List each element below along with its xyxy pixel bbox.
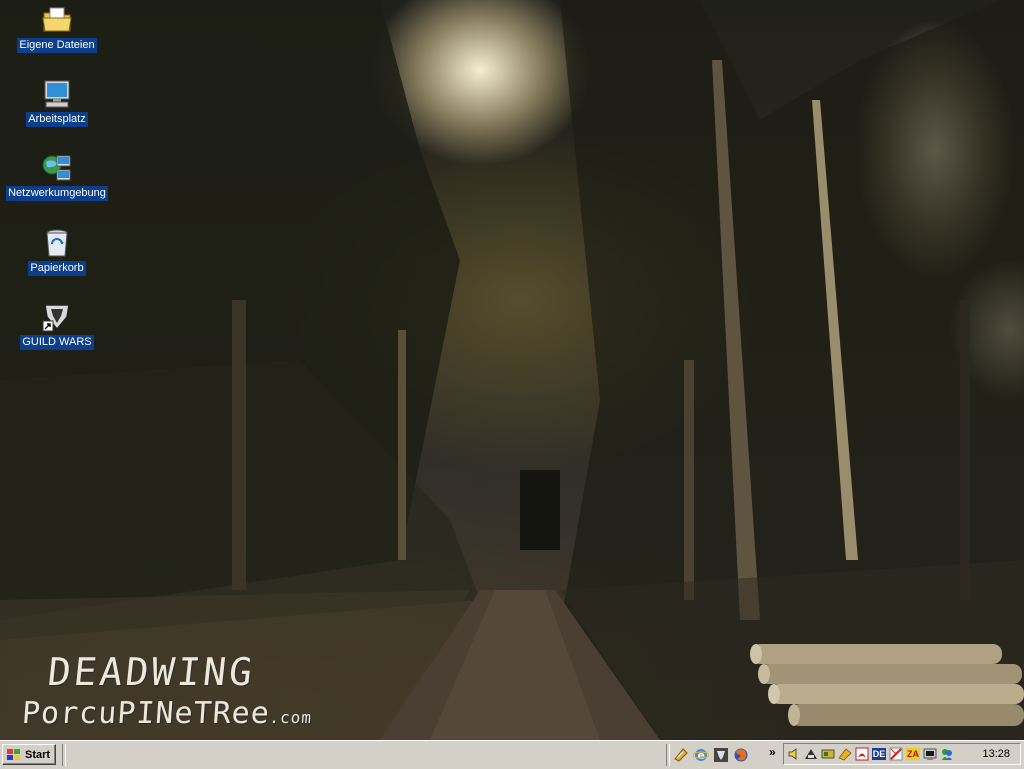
internet-explorer-icon[interactable]: e — [692, 746, 710, 764]
desktop-icon-recycle-bin[interactable]: Papierkorb — [1, 227, 113, 276]
quick-launch-bar: e — [672, 745, 750, 765]
clock[interactable]: 13:28 — [982, 748, 1010, 760]
security-icon[interactable] — [888, 746, 904, 762]
media-icon[interactable] — [712, 746, 730, 764]
wallpaper-subtitle-domain: .com — [268, 708, 313, 727]
tray-app-icon-2[interactable] — [837, 746, 853, 762]
desktop-icon-label: GUILD WARS — [20, 335, 94, 350]
firefox-icon[interactable] — [732, 746, 750, 764]
language-indicator-text: DE — [871, 748, 887, 760]
recycle-bin-icon — [41, 227, 73, 259]
system-tray: DE ZA 13:28 — [783, 743, 1021, 765]
windows-logo-icon — [7, 748, 20, 760]
desktop[interactable]: DEADWING PorcuPINeTRee.com Eigene Dateie… — [0, 0, 1024, 740]
desktop-icon-my-documents[interactable]: Eigene Dateien — [1, 4, 113, 53]
network-places-icon — [41, 152, 73, 184]
log-pile — [750, 644, 1024, 726]
my-documents-folder-icon — [41, 4, 73, 36]
wallpaper-forest — [0, 0, 1024, 740]
launcher-icon[interactable] — [672, 746, 690, 764]
desktop-icon-label: Papierkorb — [28, 261, 86, 276]
desktop-icon-network-places[interactable]: Netzwerkumgebung — [1, 152, 113, 201]
wallpaper-title: DEADWING — [45, 650, 258, 694]
my-computer-icon — [41, 78, 73, 110]
desktop-icon-guild-wars[interactable]: GUILD WARS — [1, 301, 113, 350]
acrobat-icon[interactable] — [854, 746, 870, 762]
tray-app-icon-3[interactable] — [922, 746, 938, 762]
wallpaper-subtitle-name: PorcuPINeTRee — [20, 696, 272, 731]
quick-launch-chevron[interactable]: » — [769, 745, 776, 759]
taskbar: Start e » DE ZA 13:28 — [0, 740, 1024, 769]
language-indicator[interactable]: DE — [871, 746, 887, 762]
guild-wars-shortcut-icon — [41, 301, 73, 333]
desktop-icon-label: Netzwerkumgebung — [6, 186, 108, 201]
zonealarm-icon[interactable]: ZA — [905, 746, 921, 762]
wallpaper-subtitle: PorcuPINeTRee.com — [21, 696, 314, 731]
messenger-icon[interactable] — [939, 746, 955, 762]
start-button[interactable]: Start — [2, 744, 56, 765]
taskbar-separator — [666, 744, 670, 766]
desktop-icon-label: Arbeitsplatz — [26, 112, 88, 127]
tray-app-icon[interactable] — [820, 746, 836, 762]
zonealarm-icon-text: ZA — [906, 748, 920, 760]
svg-text:e: e — [698, 749, 705, 762]
desktop-icon-my-computer[interactable]: Arbeitsplatz — [1, 78, 113, 127]
taskbar-separator — [62, 744, 66, 766]
volume-icon[interactable] — [786, 746, 802, 762]
start-label: Start — [25, 748, 51, 761]
network-icon[interactable] — [803, 746, 819, 762]
desktop-icon-label: Eigene Dateien — [17, 38, 97, 53]
